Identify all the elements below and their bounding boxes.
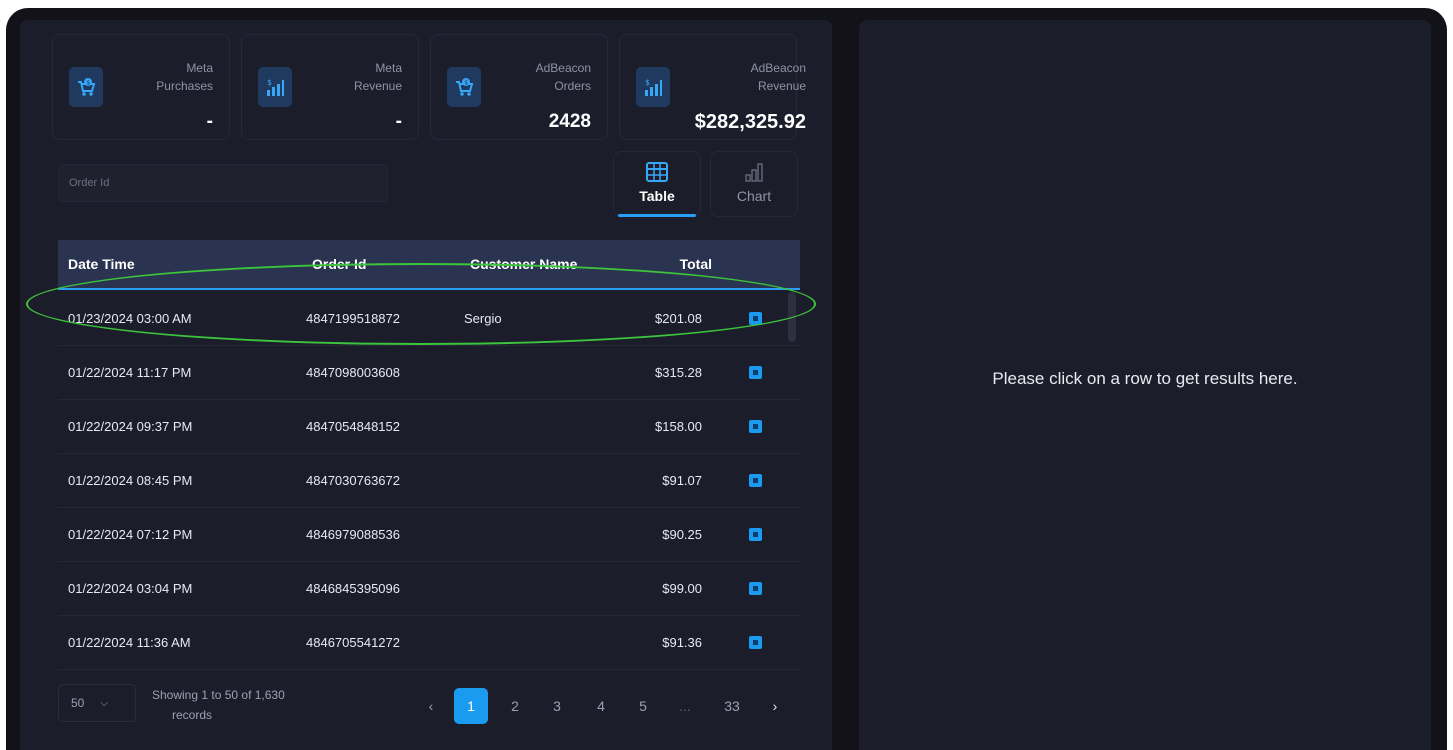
cell-order-id: 4847054848152 [306,419,400,434]
records-summary-line: records [172,708,213,722]
cell-total: $99.00 [662,581,702,596]
order-details-panel: Please click on a row to get results her… [859,20,1431,750]
open-order-icon[interactable] [749,582,762,595]
chevron-down-icon: ⌵ [100,697,108,709]
chart-view-label: Chart [736,188,772,204]
cell-order-id: 4847098003608 [306,365,400,380]
order-id-search-input[interactable] [58,164,388,202]
open-order-icon[interactable] [749,420,762,433]
metric-label: Orders [554,79,591,93]
table-row[interactable]: 01/22/2024 11:17 PM 4847098003608 $315.2… [58,346,800,400]
column-header-total[interactable]: Total [618,240,712,288]
table-grid-icon [646,162,668,182]
cell-total: $158.00 [655,419,702,434]
open-order-icon[interactable] [749,366,762,379]
table-scrollbar[interactable] [788,292,796,342]
metric-label: Revenue [353,79,402,93]
table-row[interactable]: 01/22/2024 08:45 PM 4847030763672 $91.07 [58,454,800,508]
empty-state-message: Please click on a row to get results her… [992,369,1298,388]
column-header-customer-name[interactable]: Customer Name [470,240,577,288]
metric-label: AdBeacon [535,61,591,75]
previous-page-button[interactable]: ‹ [424,688,438,724]
cell-date-time: 01/22/2024 11:36 AM [68,635,191,650]
metric-value: $282,325.92 [694,111,806,133]
cell-order-id: 4846979088536 [306,527,400,542]
cell-order-id: 4847030763672 [306,473,400,488]
bar-chart-icon [745,163,763,182]
open-order-icon[interactable] [749,312,762,325]
cell-date-time: 01/22/2024 07:12 PM [68,527,193,542]
page-button-33[interactable]: 33 [720,688,744,724]
app-frame: $ Meta Purchases - $ Meta Revenue - $ Ad… [6,8,1447,750]
metric-value: 2428 [548,111,591,132]
page-size-select[interactable]: 50 ⌵ [58,684,136,722]
page-button-3[interactable]: 3 [550,688,564,724]
orders-table-header: Date Time Order Id Customer Name Total [58,240,800,290]
table-row[interactable]: 01/22/2024 03:04 PM 4846845395096 $99.00 [58,562,800,616]
bar-chart-dollar-icon: $ [636,67,670,107]
cart-dollar-icon: $ [69,67,103,107]
cell-total: $315.28 [655,365,702,380]
pagination-ellipsis: ... [679,698,691,714]
bar-chart-dollar-icon: $ [258,67,292,107]
metric-value: - [206,111,213,132]
cell-date-time: 01/22/2024 03:04 PM [68,581,193,596]
orders-panel: $ Meta Purchases - $ Meta Revenue - $ Ad… [20,20,832,750]
svg-text:$: $ [645,78,650,87]
open-order-icon[interactable] [749,528,762,541]
table-view-label: Table [639,188,675,204]
svg-text:$: $ [267,78,272,87]
cart-dollar-icon: $ [447,67,481,107]
table-row[interactable]: 01/23/2024 03:00 AM 4847199518872 Sergio… [58,292,800,346]
cell-order-id: 4846705541272 [306,635,400,650]
metric-value: - [395,111,402,132]
table-row[interactable]: 01/22/2024 07:12 PM 4846979088536 $90.25 [58,508,800,562]
next-page-button[interactable]: › [768,688,782,724]
cell-date-time: 01/22/2024 08:45 PM [68,473,193,488]
metric-label: Purchases [156,79,213,93]
page-button-1[interactable]: 1 [454,688,488,724]
metric-card-adbeacon-orders: $ AdBeacon Orders 2428 [430,34,608,140]
table-row[interactable]: 01/22/2024 09:37 PM 4847054848152 $158.0… [58,400,800,454]
cell-date-time: 01/22/2024 11:17 PM [68,365,192,380]
cell-total: $90.25 [662,527,702,542]
table-view-button[interactable]: Table [613,151,701,217]
cell-total: $201.08 [655,311,702,326]
table-row[interactable]: 01/22/2024 11:36 AM 4846705541272 $91.36 [58,616,800,670]
metric-label: AdBeacon [750,61,806,75]
cell-total: $91.36 [662,635,702,650]
metric-card-meta-purchases: $ Meta Purchases - [52,34,230,140]
metric-label: Meta [375,61,402,75]
svg-text:$: $ [464,79,468,86]
metric-card-meta-revenue: $ Meta Revenue - [241,34,419,140]
cell-date-time: 01/23/2024 03:00 AM [68,311,192,326]
chart-view-button[interactable]: Chart [710,151,798,217]
metric-card-adbeacon-revenue: $ AdBeacon Revenue $282,325.92 [619,34,806,140]
svg-text:$: $ [86,79,90,86]
cell-order-id: 4847199518872 [306,311,400,326]
page-button-2[interactable]: 2 [508,688,522,724]
records-summary-line: Showing 1 to 50 of 1,630 [152,688,285,702]
column-header-date-time[interactable]: Date Time [68,240,135,288]
cell-customer-name: Sergio [464,311,502,326]
page-button-5[interactable]: 5 [636,688,650,724]
page-size-value: 50 [71,696,85,710]
cell-date-time: 01/22/2024 09:37 PM [68,419,193,434]
metric-label: Meta [186,61,213,75]
open-order-icon[interactable] [749,636,762,649]
page-button-4[interactable]: 4 [594,688,608,724]
cell-order-id: 4846845395096 [306,581,400,596]
cell-total: $91.07 [662,473,702,488]
column-header-order-id[interactable]: Order Id [312,240,366,288]
open-order-icon[interactable] [749,474,762,487]
records-summary: Showing 1 to 50 of 1,630 records [152,685,342,725]
metric-label: Revenue [757,79,806,93]
